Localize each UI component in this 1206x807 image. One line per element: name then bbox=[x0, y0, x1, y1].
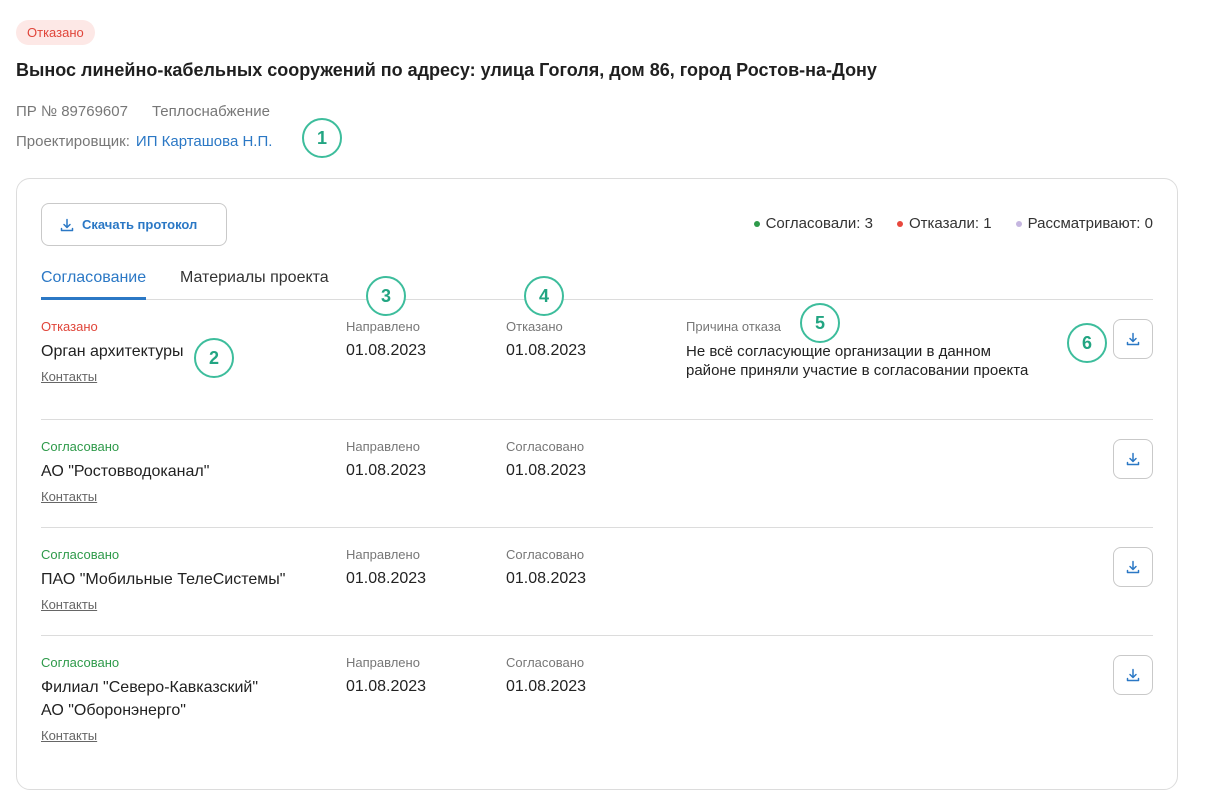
annotation-badge-2: 2 bbox=[194, 338, 234, 378]
sent-date: 01.08.2023 bbox=[346, 678, 427, 695]
sent-date: 01.08.2023 bbox=[346, 462, 427, 479]
reason-label: Причина отказа bbox=[686, 319, 782, 334]
sent-label: Направлено bbox=[346, 547, 420, 562]
decision-label: Согласовано bbox=[506, 439, 585, 454]
decision-label: Согласовано bbox=[506, 547, 585, 562]
annotation-badge-6: 6 bbox=[1067, 323, 1107, 363]
approval-row: Согласовано АО "Ростовводоканал" Контакт… bbox=[41, 439, 1153, 528]
row-download-button[interactable] bbox=[1113, 547, 1153, 587]
org-name: Филиал "Северо-Кавказский" АО "Оборонэне… bbox=[41, 678, 258, 721]
contacts-link[interactable]: Контакты bbox=[41, 597, 97, 612]
rejected-dot bbox=[896, 220, 903, 227]
download-icon bbox=[1126, 560, 1140, 574]
approval-row: Согласовано Филиал "Северо-Кавказский" А… bbox=[41, 655, 1153, 755]
contacts-link[interactable]: Контакты bbox=[41, 728, 97, 743]
row-download-button[interactable] bbox=[1113, 439, 1153, 479]
sent-date: 01.08.2023 bbox=[346, 342, 427, 359]
reason-text: Не всё согласующие организации в данном … bbox=[686, 343, 1029, 379]
tab-project-materials[interactable]: Материалы проекта bbox=[180, 269, 329, 300]
decision-date: 01.08.2023 bbox=[506, 570, 587, 587]
summary-approved: Согласовали: 3 bbox=[753, 215, 873, 232]
download-protocol-label: Скачать протокол bbox=[82, 217, 198, 232]
summary-reviewing: Рассматривают: 0 bbox=[1015, 215, 1153, 232]
sent-label: Направлено bbox=[346, 319, 420, 334]
decision-date: 01.08.2023 bbox=[506, 342, 587, 359]
download-icon bbox=[1126, 452, 1140, 466]
sent-date: 01.08.2023 bbox=[346, 570, 427, 587]
annotation-badge-4: 4 bbox=[524, 276, 564, 316]
sent-label: Направлено bbox=[346, 439, 420, 454]
contacts-link[interactable]: Контакты bbox=[41, 369, 97, 384]
approvals-card: Скачать протокол Согласовали: 3 Отказали… bbox=[16, 178, 1178, 790]
org-name: ПАО "Мобильные ТелеСистемы" bbox=[41, 571, 286, 588]
org-name-line: Филиал "Северо-Кавказский" bbox=[41, 679, 259, 696]
decision-label: Отказано bbox=[506, 319, 563, 334]
status-badge: Отказано bbox=[16, 20, 95, 45]
approved-dot bbox=[753, 220, 760, 227]
row-status: Отказано bbox=[41, 319, 98, 334]
designer-link[interactable]: ИП Карташова Н.П. bbox=[136, 133, 273, 150]
contacts-link[interactable]: Контакты bbox=[41, 489, 97, 504]
request-category: Теплоснабжение bbox=[151, 103, 270, 120]
decision-date: 01.08.2023 bbox=[506, 462, 587, 479]
row-status: Согласовано bbox=[41, 547, 120, 562]
decision-date: 01.08.2023 bbox=[506, 678, 587, 695]
tab-bar: Согласование Материалы проекта bbox=[41, 269, 1153, 300]
row-download-button[interactable] bbox=[1113, 319, 1153, 359]
row-download-button[interactable] bbox=[1113, 655, 1153, 695]
annotation-badge-3: 3 bbox=[366, 276, 406, 316]
row-status: Согласовано bbox=[41, 655, 120, 670]
reviewing-dot bbox=[1015, 220, 1022, 227]
annotation-badge-1: 1 bbox=[302, 118, 342, 158]
download-icon bbox=[1126, 332, 1140, 346]
page-title: Вынос линейно-кабельных сооружений по ад… bbox=[16, 60, 877, 80]
org-name: АО "Ростовводоканал" bbox=[41, 463, 210, 480]
decision-label: Согласовано bbox=[506, 655, 585, 670]
org-name-line: АО "Оборонэнерго" bbox=[41, 702, 186, 719]
summary-rejected: Отказали: 1 bbox=[896, 215, 992, 232]
request-number: ПР № 89769607 bbox=[16, 103, 128, 120]
org-name: Орган архитектуры bbox=[41, 343, 184, 360]
designer-info: Проектировщик: ИП Карташова Н.П. bbox=[16, 133, 272, 150]
download-icon bbox=[1126, 668, 1140, 682]
designer-label: Проектировщик: bbox=[16, 133, 130, 150]
request-meta: ПР № 89769607 Теплоснабжение bbox=[16, 103, 270, 120]
tab-approval[interactable]: Согласование bbox=[41, 269, 147, 300]
download-protocol-button[interactable]: Скачать протокол bbox=[41, 203, 227, 246]
sent-label: Направлено bbox=[346, 655, 420, 670]
annotation-badge-5: 5 bbox=[800, 303, 840, 343]
approval-row: Согласовано ПАО "Мобильные ТелеСистемы" … bbox=[41, 547, 1153, 636]
download-icon bbox=[60, 218, 74, 231]
approval-summary: Согласовали: 3 Отказали: 1 Рассматривают… bbox=[753, 215, 1153, 232]
row-status: Согласовано bbox=[41, 439, 120, 454]
